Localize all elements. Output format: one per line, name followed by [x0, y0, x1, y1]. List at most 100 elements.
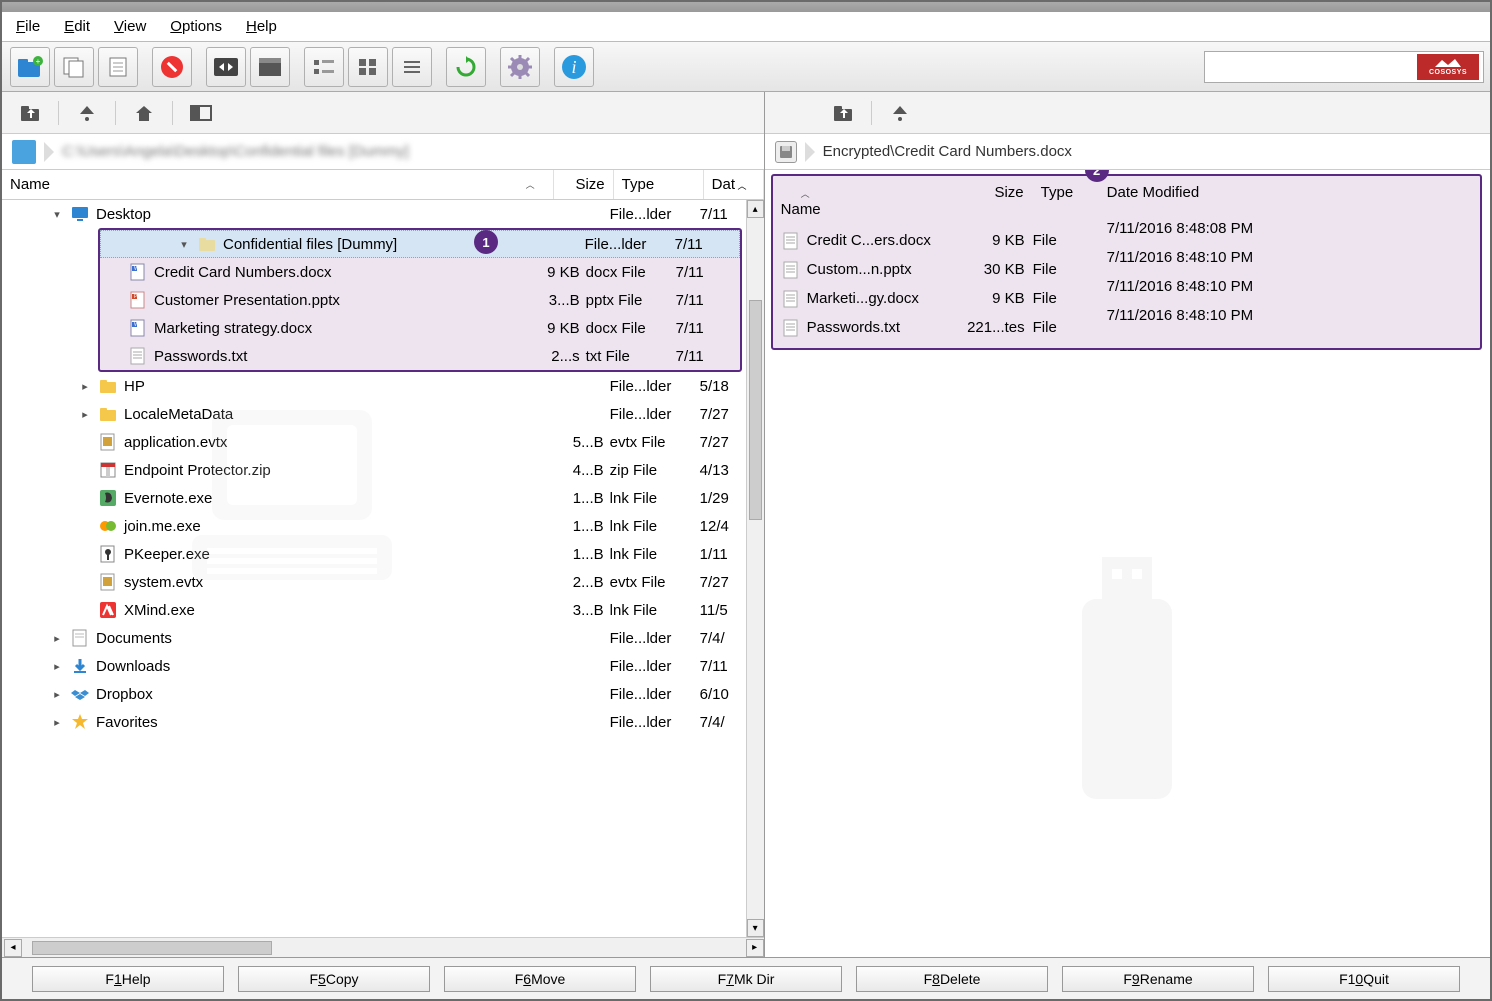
- horizontal-scrollbar[interactable]: ◂ ▸: [2, 937, 764, 957]
- right-nav-row: [765, 92, 1490, 134]
- home-button[interactable]: [130, 99, 158, 127]
- file-size: 1...B: [550, 546, 610, 563]
- up-folder-button[interactable]: [829, 99, 857, 127]
- cancel-button[interactable]: [152, 47, 192, 87]
- brand-search-box[interactable]: COSOSYS: [1204, 51, 1484, 83]
- download-icon: [70, 657, 90, 675]
- menu-options[interactable]: Options: [170, 18, 222, 35]
- f9-rename-button[interactable]: F9 Rename: [1062, 966, 1254, 992]
- chevron-right-icon[interactable]: ▸: [50, 688, 64, 701]
- file-type: File: [1033, 290, 1093, 307]
- file-tree-row[interactable]: ▸ HP File...lder 5/18: [2, 372, 764, 400]
- header-date-modified[interactable]: Date Modified: [1107, 184, 1200, 201]
- hscroll-thumb[interactable]: [32, 941, 272, 955]
- menu-view[interactable]: View: [114, 18, 146, 35]
- up-folder-button[interactable]: [16, 99, 44, 127]
- file-tree-row[interactable]: ▸ Downloads File...lder 7/11: [2, 652, 764, 680]
- view-details-button[interactable]: [250, 47, 290, 87]
- root-button[interactable]: [73, 99, 101, 127]
- file-tree-row[interactable]: application.evtx 5...B evtx File 7/27: [2, 428, 764, 456]
- scroll-up-button[interactable]: ▴: [747, 200, 764, 218]
- chevron-right-icon[interactable]: ▸: [78, 408, 92, 421]
- chevron-right-icon[interactable]: ▸: [78, 380, 92, 393]
- pkeeper-icon: [98, 545, 118, 563]
- file-tree-row[interactable]: P Customer Presentation.pptx 3...B pptx …: [100, 286, 740, 314]
- menu-edit[interactable]: Edit: [64, 18, 90, 35]
- file-tree-row[interactable]: ▸ Dropbox File...lder 6/10: [2, 680, 764, 708]
- file-tree-row[interactable]: W Credit Card Numbers.docx 9 KB docx Fil…: [100, 258, 740, 286]
- left-breadcrumb[interactable]: C:\Users\Angela\Desktop\Confidential fil…: [2, 134, 764, 170]
- chevron-right-icon[interactable]: ▸: [50, 716, 64, 729]
- header-type[interactable]: Type: [1033, 180, 1093, 222]
- title-bar: [2, 2, 1490, 12]
- scroll-left-button[interactable]: ◂: [4, 939, 22, 957]
- file-tree-row[interactable]: ▾ Confidential files [Dummy] File...lder…: [100, 230, 740, 258]
- file-type: zip File: [610, 462, 700, 479]
- header-type[interactable]: Type: [614, 170, 704, 199]
- file-tree-row[interactable]: PKeeper.exe 1...B lnk File 1/11: [2, 540, 764, 568]
- file-tree-row[interactable]: ▸ LocaleMetaData File...lder 7/27: [2, 400, 764, 428]
- file-name: HP: [124, 378, 145, 395]
- header-name[interactable]: Name: [10, 176, 50, 193]
- folder-icon: [197, 235, 217, 253]
- root-button[interactable]: [886, 99, 914, 127]
- file-tree-row[interactable]: W Marketing strategy.docx 9 KB docx File…: [100, 314, 740, 342]
- chevron-right-icon[interactable]: ▸: [50, 632, 64, 645]
- split-view-button[interactable]: [187, 99, 215, 127]
- file-tree-row[interactable]: join.me.exe 1...B lnk File 12/4: [2, 512, 764, 540]
- chevron-right-icon: [805, 142, 815, 162]
- right-file-list[interactable]: ︿Name Size Type Credit C...ers.docx 9 KB…: [765, 170, 1490, 957]
- menu-file[interactable]: File: [16, 18, 40, 35]
- file-name: PKeeper.exe: [124, 546, 210, 563]
- evtx-icon: [98, 433, 118, 451]
- view-list-button[interactable]: [392, 47, 432, 87]
- swap-panes-button[interactable]: [206, 47, 246, 87]
- chevron-down-icon[interactable]: ▾: [177, 238, 191, 251]
- file-tree-row[interactable]: Evernote.exe 1...B lnk File 1/29: [2, 484, 764, 512]
- left-column-headers[interactable]: Name︿ Size Type Dat ︿: [2, 170, 764, 200]
- copy-button[interactable]: [54, 47, 94, 87]
- paste-button[interactable]: [98, 47, 138, 87]
- view-tree-button[interactable]: [304, 47, 344, 87]
- file-tree-row[interactable]: Endpoint Protector.zip 4...B zip File 4/…: [2, 456, 764, 484]
- header-size[interactable]: Size: [554, 170, 614, 199]
- file-tree-row[interactable]: Passwords.txt 2...s txt File 7/11: [100, 342, 740, 370]
- file-tree-row[interactable]: ▸ Documents File...lder 7/4/: [2, 624, 764, 652]
- left-file-tree[interactable]: ▾ Desktop File...lder 7/11 ▾ Confidentia…: [2, 200, 764, 937]
- f1-help-button[interactable]: F1 Help: [32, 966, 224, 992]
- f8-delete-button[interactable]: F8 Delete: [856, 966, 1048, 992]
- left-pane: C:\Users\Angela\Desktop\Confidential fil…: [2, 92, 765, 957]
- header-date[interactable]: Dat: [712, 176, 735, 193]
- f6-move-button[interactable]: F6 Move: [444, 966, 636, 992]
- view-icons-button[interactable]: [348, 47, 388, 87]
- f5-copy-button[interactable]: F5 Copy: [238, 966, 430, 992]
- svg-text:i: i: [571, 57, 576, 77]
- settings-button[interactable]: [500, 47, 540, 87]
- file-tree-row[interactable]: system.evtx 2...B evtx File 7/27: [2, 568, 764, 596]
- doc-grey-icon: [70, 629, 90, 647]
- app-window: File Edit View Options Help + i COSOSYS: [0, 0, 1492, 1001]
- file-tree-row[interactable]: ▾ Desktop File...lder 7/11: [2, 200, 764, 228]
- new-folder-button[interactable]: +: [10, 47, 50, 87]
- vertical-scrollbar[interactable]: ▴ ▾: [746, 200, 764, 937]
- right-breadcrumb[interactable]: Encrypted\Credit Card Numbers.docx: [765, 134, 1490, 170]
- refresh-button[interactable]: [446, 47, 486, 87]
- scroll-thumb[interactable]: [749, 300, 762, 520]
- evtx-icon: [98, 573, 118, 591]
- header-name[interactable]: Name: [781, 201, 821, 218]
- file-name: system.evtx: [124, 574, 203, 591]
- menu-help[interactable]: Help: [246, 18, 277, 35]
- file-date: 7/11/2016 8:48:08 PM: [1107, 214, 1254, 243]
- file-name: Documents: [96, 630, 172, 647]
- f7-mkdir-button[interactable]: F7 Mk Dir: [650, 966, 842, 992]
- folder-y-icon: [98, 405, 118, 423]
- info-button[interactable]: i: [554, 47, 594, 87]
- header-size[interactable]: Size: [963, 180, 1033, 222]
- file-tree-row[interactable]: XMind.exe 3...B lnk File 11/5: [2, 596, 764, 624]
- scroll-down-button[interactable]: ▾: [747, 919, 764, 937]
- file-tree-row[interactable]: ▸ Favorites File...lder 7/4/: [2, 708, 764, 736]
- chevron-right-icon[interactable]: ▸: [50, 660, 64, 673]
- f10-quit-button[interactable]: F10 Quit: [1268, 966, 1460, 992]
- scroll-right-button[interactable]: ▸: [746, 939, 764, 957]
- chevron-down-icon[interactable]: ▾: [50, 208, 64, 221]
